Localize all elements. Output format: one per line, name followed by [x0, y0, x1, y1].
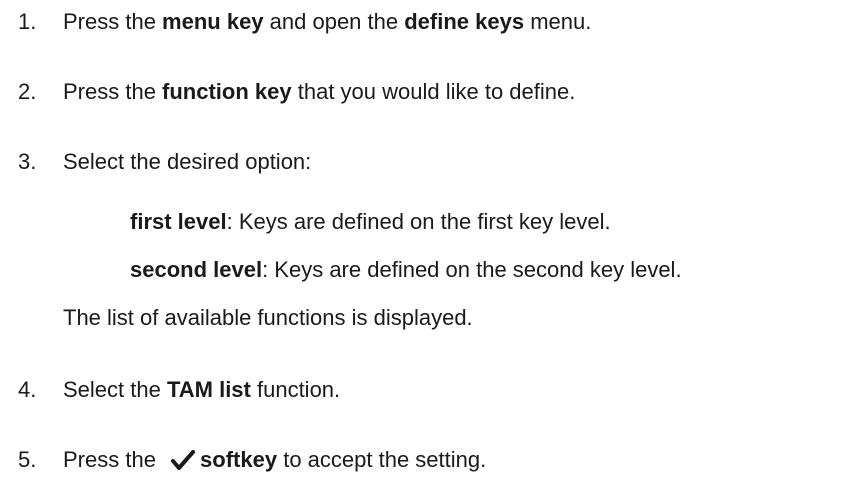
step-text: Press the menu key and open the define k…	[63, 8, 591, 36]
option-text: second level: Keys are defined on the se…	[130, 256, 682, 284]
option-term: first level	[130, 209, 227, 234]
step-number: 1.	[18, 9, 37, 34]
option-desc: : Keys are defined on the second key lev…	[262, 257, 682, 282]
step-number: 5.	[18, 447, 37, 472]
menu-key-term: menu key	[162, 9, 264, 34]
text-run: menu.	[524, 9, 592, 34]
text-run: function.	[250, 377, 341, 402]
text-run: to accept the setting.	[277, 447, 487, 472]
define-keys-term: define keys	[404, 9, 525, 34]
function-key-term: function key	[162, 79, 292, 104]
option-term: second level	[130, 257, 263, 282]
step-number: 2.	[18, 79, 37, 104]
tam-list-term: TAM list	[166, 377, 251, 402]
text-run: Press the	[63, 447, 163, 472]
step-number: 3.	[18, 149, 37, 174]
option-desc: : Keys are defined on the first key leve…	[226, 209, 611, 234]
step-number: 4.	[18, 377, 37, 402]
checkmark-icon	[170, 449, 196, 471]
step-text: Select the TAM list function.	[63, 376, 340, 404]
text-run: that you would like to define.	[291, 79, 576, 104]
softkey-term: softkey	[200, 447, 278, 472]
text-run: Press the	[63, 79, 163, 104]
text-run: Select the	[63, 377, 167, 402]
step-text: Select the desired option:	[63, 149, 312, 174]
option-text: first level: Keys are defined on the fir…	[130, 208, 611, 236]
text-run: Press the	[63, 9, 163, 34]
note-text: The list of available functions is displ…	[63, 305, 473, 330]
text-run: and open the	[263, 9, 405, 34]
step-text: Press the softkey to accept the setting.	[63, 446, 486, 474]
step-text: Press the function key that you would li…	[63, 78, 575, 106]
